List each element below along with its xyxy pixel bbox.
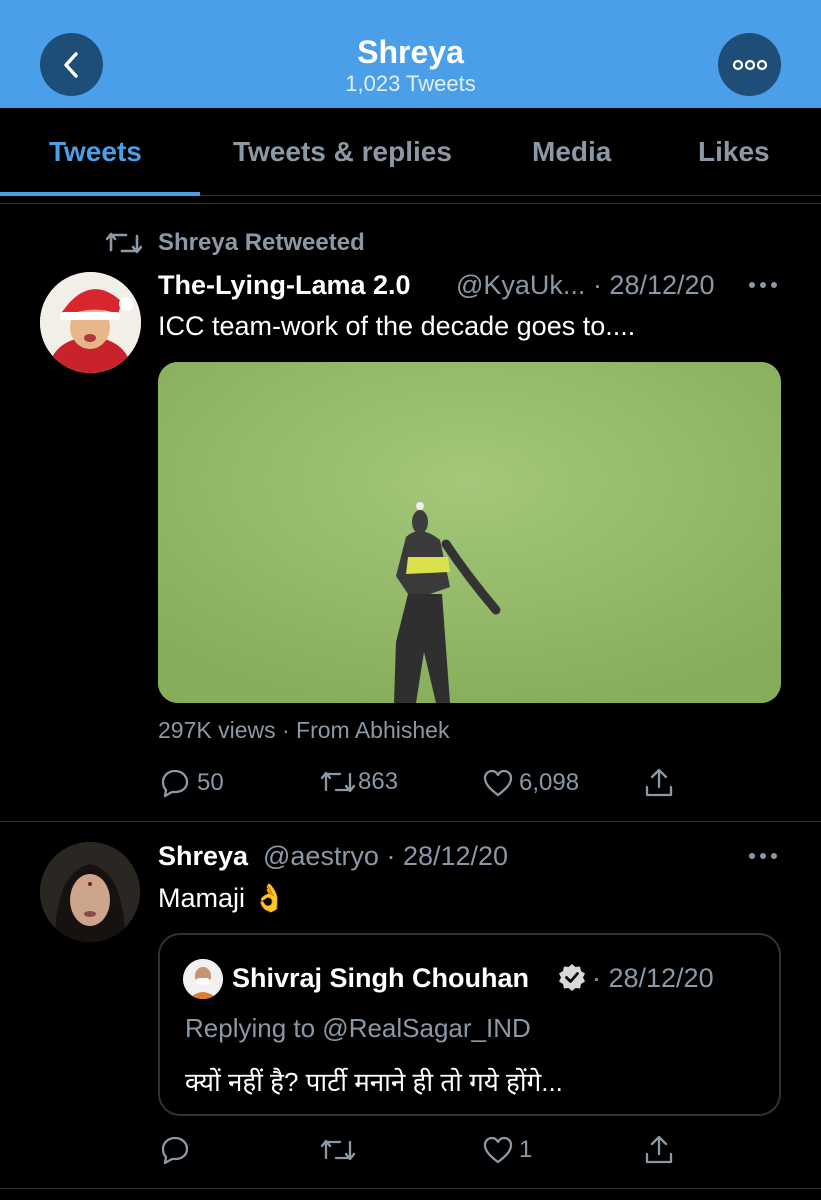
retweet-icon bbox=[320, 1139, 356, 1161]
profile-tabs: Tweets Tweets & replies Media Likes bbox=[0, 108, 821, 196]
video-frame bbox=[158, 362, 781, 703]
divider bbox=[0, 1188, 821, 1189]
reply-icon bbox=[161, 769, 189, 798]
tweet-count: 1,023 Tweets bbox=[345, 71, 476, 96]
reply-button[interactable]: 50 bbox=[160, 768, 224, 798]
active-tab-indicator bbox=[0, 192, 200, 196]
retweet-button[interactable] bbox=[320, 1136, 358, 1164]
tab-tweets[interactable]: Tweets bbox=[49, 136, 142, 168]
retweet-count: 863 bbox=[358, 768, 399, 795]
like-count: 6,098 bbox=[519, 769, 580, 796]
quoted-avatar bbox=[183, 959, 223, 999]
profile-name: Shreya bbox=[357, 34, 464, 70]
avatar-image bbox=[40, 842, 140, 942]
heart-icon bbox=[483, 1136, 513, 1164]
tweet-options-icon[interactable] bbox=[748, 852, 778, 860]
media-meta: 297K views · From Abhishek bbox=[158, 717, 450, 743]
quoted-date: · 28/12/20 bbox=[592, 963, 714, 993]
like-button[interactable]: 6,098 bbox=[482, 768, 579, 798]
video-thumbnail[interactable] bbox=[158, 362, 781, 703]
tab-likes[interactable]: Likes bbox=[698, 136, 770, 168]
tweet-text: ICC team-work of the decade goes to.... bbox=[158, 311, 636, 341]
retweet-icon bbox=[106, 232, 142, 254]
divider bbox=[0, 203, 821, 204]
heart-icon bbox=[483, 769, 513, 797]
profile-header: Shreya 1,023 Tweets bbox=[0, 0, 821, 108]
reply-icon bbox=[161, 1136, 189, 1165]
display-name[interactable]: The-Lying-Lama 2.0 bbox=[158, 270, 411, 301]
retweeted-by: Shreya Retweeted bbox=[158, 229, 365, 256]
quoted-avatar-image bbox=[183, 959, 223, 999]
tweet-options-icon[interactable] bbox=[748, 281, 778, 289]
share-button[interactable] bbox=[643, 1134, 675, 1166]
avatar[interactable] bbox=[40, 842, 140, 942]
handle-date: @aestryo · 28/12/20 bbox=[263, 841, 509, 871]
share-button[interactable] bbox=[643, 767, 675, 799]
divider bbox=[0, 821, 821, 822]
avatar[interactable] bbox=[40, 272, 141, 373]
retweet-icon bbox=[320, 771, 356, 793]
quoted-text: क्यों नहीं है? पार्टी मनाने ही तो गये हो… bbox=[185, 1067, 563, 1097]
reply-button[interactable] bbox=[160, 1135, 197, 1165]
display-name[interactable]: Shreya bbox=[158, 841, 248, 872]
handle-date: @KyaUk... · 28/12/20 bbox=[456, 270, 715, 300]
share-icon bbox=[645, 1135, 673, 1164]
reply-count: 50 bbox=[197, 769, 224, 796]
avatar-image bbox=[40, 272, 141, 373]
like-count: 1 bbox=[519, 1136, 533, 1163]
like-button[interactable]: 1 bbox=[482, 1135, 532, 1165]
quoted-tweet[interactable]: Shivraj Singh Chouhan · 28/12/20 Replyin… bbox=[158, 933, 781, 1116]
retweet-button[interactable]: 863 bbox=[320, 768, 398, 796]
tab-media[interactable]: Media bbox=[532, 136, 611, 168]
more-icon bbox=[732, 59, 767, 70]
tweet-text: Mamaji 👌 bbox=[158, 883, 287, 913]
more-button[interactable] bbox=[718, 33, 781, 96]
quoted-display-name: Shivraj Singh Chouhan bbox=[232, 963, 530, 993]
verified-badge-icon bbox=[559, 964, 585, 991]
tab-tweets-replies[interactable]: Tweets & replies bbox=[233, 136, 452, 168]
share-icon bbox=[645, 768, 673, 797]
replying-to[interactable]: Replying to @RealSagar_IND bbox=[185, 1013, 531, 1044]
